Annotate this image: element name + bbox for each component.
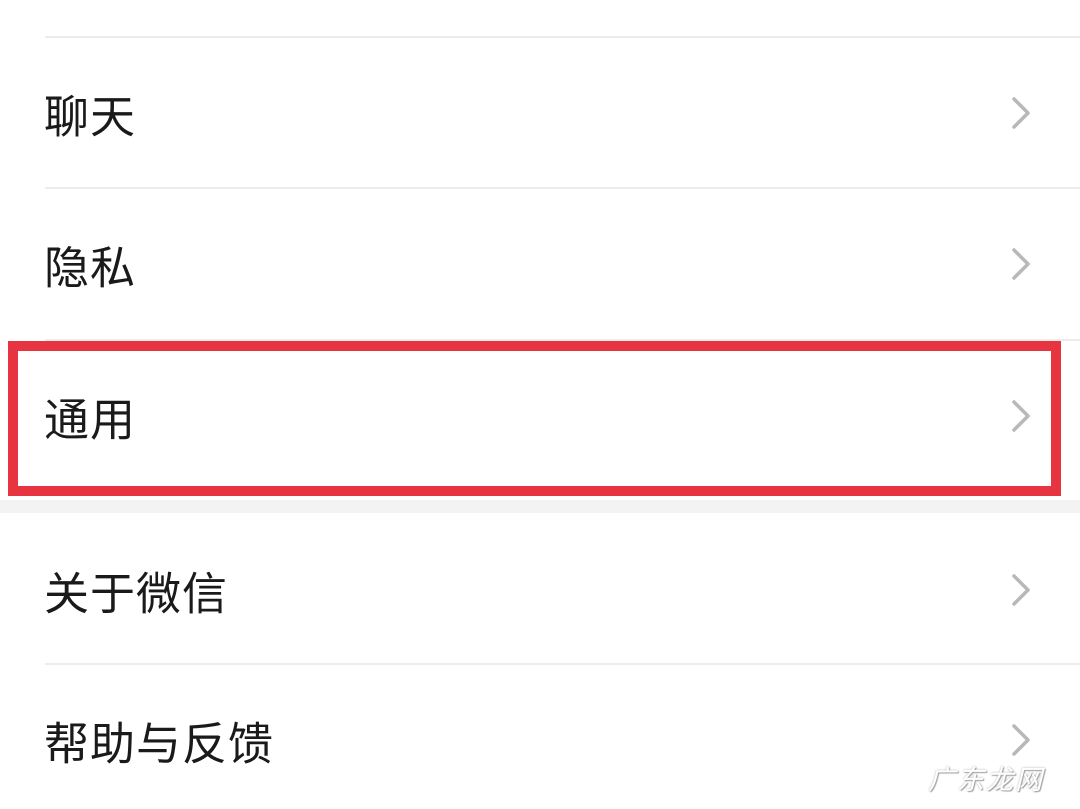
- settings-item-label: 帮助与反馈: [44, 717, 275, 771]
- settings-item-help-feedback[interactable]: 帮助与反馈: [0, 665, 1080, 809]
- settings-item-privacy[interactable]: 隐私: [0, 189, 1080, 339]
- settings-item-general[interactable]: 通用: [0, 341, 1080, 491]
- chevron-right-icon: [1012, 97, 1030, 129]
- watermark: 广东龙网: [928, 765, 1044, 796]
- settings-item-label: 隐私: [44, 241, 137, 295]
- chevron-right-icon: [1012, 400, 1030, 432]
- settings-group-main: 聊天 隐私 通用: [0, 0, 1080, 500]
- chevron-right-icon: [1012, 724, 1030, 756]
- settings-item-label: 关于微信: [44, 567, 229, 621]
- settings-item-chat[interactable]: 聊天: [0, 38, 1080, 188]
- chevron-right-icon: [1012, 574, 1030, 606]
- settings-item-label: 通用: [44, 393, 137, 447]
- settings-item-label: 聊天: [44, 90, 137, 144]
- settings-item-about-wechat[interactable]: 关于微信: [0, 515, 1080, 665]
- chevron-right-icon: [1012, 248, 1030, 280]
- settings-group-about: 关于微信 帮助与反馈: [0, 513, 1080, 809]
- settings-screen: 聊天 隐私 通用 关于微信 帮助与反馈 广东龙网: [0, 0, 1080, 809]
